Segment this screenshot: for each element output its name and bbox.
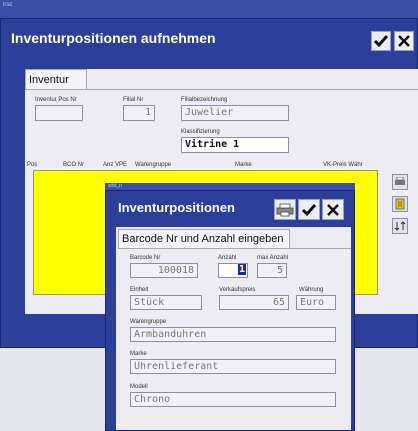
dialog-tab-underline	[118, 248, 351, 249]
sort-icon	[394, 221, 406, 231]
einheit-field[interactable]: Stück	[130, 295, 202, 310]
dialog-printer-button[interactable]	[274, 199, 296, 220]
dialog-caption: srbt_n	[108, 183, 122, 189]
pos-nr-field[interactable]	[35, 105, 83, 121]
anzahl-label: Anzahl	[218, 255, 237, 261]
verkaufspreis-label: Verkaufspreis	[219, 287, 256, 293]
anzahl-field[interactable]: 1	[218, 263, 248, 278]
top-caption: irsc	[3, 2, 13, 8]
col-header-bco-nr: BCO Nr	[63, 162, 84, 168]
col-header-marke: Marke	[235, 162, 252, 168]
close-icon	[398, 35, 410, 47]
list-icon	[395, 198, 405, 210]
top-caption-strip: irsc	[0, 0, 418, 18]
filial-nr-field[interactable]: 1	[123, 105, 155, 121]
barcode-label: Barcode Nr	[130, 255, 161, 261]
warengruppe-field[interactable]: Armbanduhren	[130, 327, 336, 342]
col-header-pos: Pos	[27, 162, 38, 168]
tab-inventur[interactable]: Inventur	[25, 69, 87, 89]
warengruppe-label: Warengruppe	[130, 319, 167, 325]
marke-label: Marke	[130, 351, 147, 357]
dialog-close-button[interactable]	[322, 199, 344, 220]
modell-label: Modell	[130, 384, 148, 390]
anzahl-value: 1	[237, 264, 246, 275]
check-icon	[373, 35, 389, 48]
dialog-caption-strip: srbt_n	[105, 183, 355, 190]
check-icon	[301, 203, 317, 216]
waehrung-field[interactable]: Euro	[296, 295, 336, 310]
tab-barcode[interactable]: Barcode Nr und Anzahl eingeben	[118, 229, 290, 248]
print-icon	[395, 177, 405, 185]
modell-field[interactable]: Chrono	[130, 392, 336, 407]
main-window-title: Inventurpositionen aufnehmen	[11, 30, 216, 46]
dialog-title: Inventurpositionen	[118, 200, 235, 215]
filial-name-label: Filialbezeichnung	[181, 97, 228, 103]
marke-field[interactable]: Uhrenlieferant	[130, 359, 336, 374]
waehrung-label: Währung	[299, 287, 324, 293]
filial-nr-label: Filial Nr	[123, 97, 144, 103]
sort-button[interactable]	[392, 218, 408, 234]
col-header-anz-vpe: Anz VPE	[103, 162, 128, 168]
list-button[interactable]	[392, 196, 408, 212]
einheit-label: Einheit	[130, 287, 149, 293]
pos-nr-label: Inventur Pos Nr	[35, 97, 77, 103]
close-button[interactable]	[394, 31, 414, 51]
dialog-window: Inventurpositionen Barcode Nr und Anzahl…	[105, 190, 355, 431]
filial-name-field[interactable]: Juwelier	[181, 105, 289, 121]
print-button[interactable]	[392, 174, 408, 190]
max-anzahl-label: max Anzahl	[257, 255, 289, 261]
col-header-warengruppe: Warengruppe	[135, 162, 172, 168]
dialog-panel: Barcode Nr und Anzahl eingeben Barcode N…	[116, 227, 351, 430]
confirm-button[interactable]	[371, 31, 391, 51]
tab-inventur-label: Inventur	[29, 74, 69, 86]
klassifizierung-field[interactable]: Vitrine 1	[181, 137, 289, 153]
verkaufspreis-field[interactable]: 65	[219, 295, 289, 310]
col-header-vk-preis: VK-Preis Währ	[323, 162, 363, 168]
barcode-field[interactable]: 100018	[130, 263, 198, 278]
dialog-confirm-button[interactable]	[298, 199, 320, 220]
klassifizierung-label: Klassifizierung	[181, 129, 220, 135]
max-anzahl-field[interactable]: 5	[257, 263, 287, 278]
tab-underline	[25, 89, 418, 90]
printer-icon	[276, 203, 294, 216]
tab-barcode-label: Barcode Nr und Anzahl eingeben	[122, 233, 284, 245]
close-icon	[327, 203, 339, 216]
